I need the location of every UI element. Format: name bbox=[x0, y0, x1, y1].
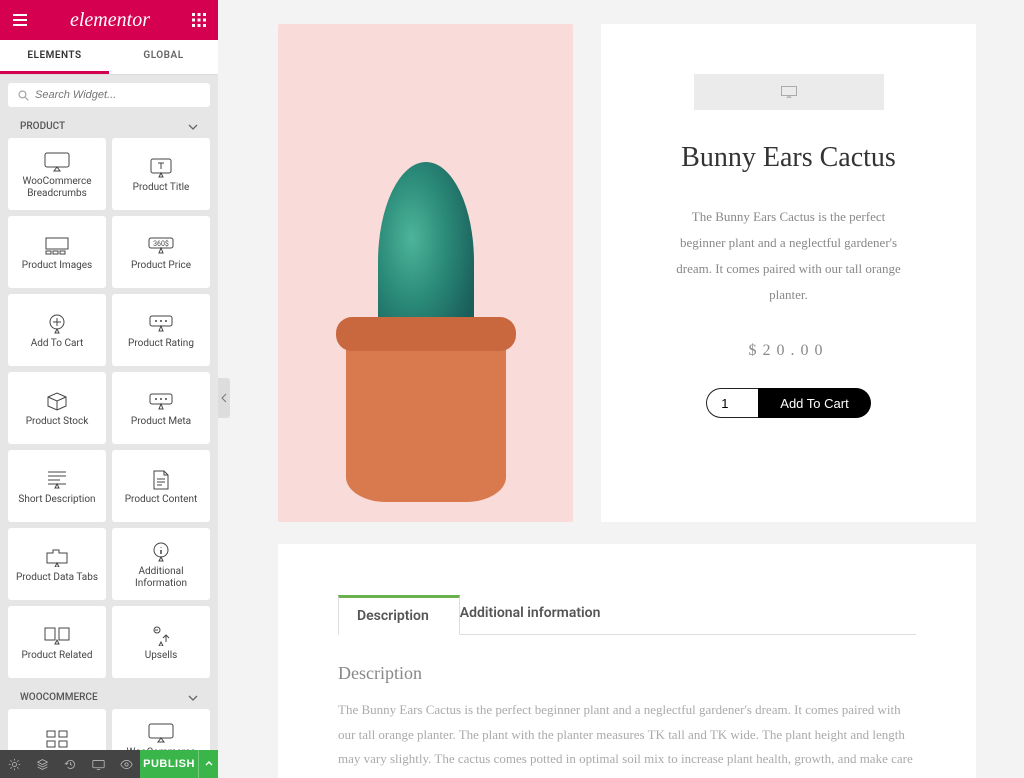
apps-icon[interactable] bbox=[192, 13, 206, 27]
widget-label: WooCommerce Breadcrumbs bbox=[12, 176, 102, 200]
settings-icon[interactable] bbox=[0, 750, 28, 778]
tab-content: Description The Bunny Ears Cactus is the… bbox=[338, 635, 916, 778]
widget-label: Product Meta bbox=[131, 416, 191, 428]
widget-products[interactable]: Products bbox=[8, 709, 106, 750]
tab-global[interactable]: GLOBAL bbox=[109, 40, 218, 74]
widget-label: Product Content bbox=[125, 494, 198, 506]
footer-icons bbox=[0, 750, 140, 778]
history-icon[interactable] bbox=[56, 750, 84, 778]
search-box bbox=[8, 83, 210, 107]
add-to-cart-button[interactable]: Add To Cart bbox=[758, 388, 870, 418]
add-cart-icon bbox=[47, 310, 67, 338]
widget-label: Short Description bbox=[18, 494, 95, 506]
images-icon bbox=[45, 232, 69, 260]
widget-upsells[interactable]: Upsells bbox=[112, 606, 210, 678]
upsells-icon bbox=[151, 622, 171, 650]
widget-product-price[interactable]: 360$ Product Price bbox=[112, 216, 210, 288]
widget-product-stock[interactable]: Product Stock bbox=[8, 372, 106, 444]
title-icon bbox=[150, 154, 172, 182]
chevron-down-icon bbox=[188, 122, 198, 132]
product-price: $20.00 bbox=[749, 342, 829, 360]
widget-product-data-tabs[interactable]: Product Data Tabs bbox=[8, 528, 106, 600]
products-icon bbox=[46, 725, 68, 750]
breadcrumb-placeholder bbox=[694, 74, 884, 110]
widgets-scroll[interactable]: PRODUCT WooCommerce Breadcrumbs Product … bbox=[0, 115, 218, 750]
meta-icon bbox=[149, 388, 173, 416]
preview-canvas[interactable]: Bunny Ears Cactus The Bunny Ears Cactus … bbox=[218, 0, 1024, 778]
search-wrap bbox=[0, 75, 218, 115]
widget-label: Product Data Tabs bbox=[16, 572, 98, 584]
widget-label: Add To Cart bbox=[31, 338, 84, 350]
menu-icon[interactable] bbox=[12, 12, 28, 28]
widget-product-rating[interactable]: Product Rating bbox=[112, 294, 210, 366]
panel-footer: PUBLISH bbox=[0, 750, 218, 778]
widget-label: Product Rating bbox=[128, 338, 194, 350]
widget-label: Product Related bbox=[22, 650, 93, 662]
elementor-panel: elementor ELEMENTS GLOBAL PRODUCT bbox=[0, 0, 218, 778]
publish-options-caret[interactable] bbox=[198, 750, 218, 778]
chevron-left-icon bbox=[221, 393, 227, 403]
widget-label: Product Images bbox=[22, 260, 92, 272]
search-input[interactable] bbox=[35, 89, 200, 101]
placeholder-icon bbox=[781, 86, 797, 98]
section-label: PRODUCT bbox=[20, 121, 65, 132]
product-row: Bunny Ears Cactus The Bunny Ears Cactus … bbox=[278, 24, 976, 522]
quantity-input[interactable] bbox=[706, 388, 758, 418]
tab-additional-info[interactable]: Additional information bbox=[460, 595, 619, 635]
widgets-grid-woo: Products WooCommerce Breadcrumbs bbox=[8, 709, 210, 750]
collapse-handle[interactable] bbox=[218, 378, 230, 418]
widget-product-related[interactable]: Product Related bbox=[8, 606, 106, 678]
related-icon bbox=[44, 622, 70, 650]
chevron-down-icon bbox=[188, 693, 198, 703]
stock-icon bbox=[46, 388, 68, 416]
tab-description[interactable]: Description bbox=[338, 595, 460, 635]
short-desc-icon bbox=[47, 466, 67, 494]
product-image bbox=[278, 24, 573, 522]
panel-header: elementor bbox=[0, 0, 218, 40]
content-tabs: Description Additional information bbox=[338, 594, 916, 635]
widget-short-description[interactable]: Short Description bbox=[8, 450, 106, 522]
info-icon bbox=[151, 538, 171, 566]
product-title: Bunny Ears Cactus bbox=[681, 140, 896, 176]
product-short-description: The Bunny Ears Cactus is the perfect beg… bbox=[669, 204, 909, 308]
content-heading: Description bbox=[338, 663, 916, 684]
content-text: The Bunny Ears Cactus is the perfect beg… bbox=[338, 698, 916, 778]
widget-woocommerce-breadcrumbs[interactable]: WooCommerce Breadcrumbs bbox=[8, 138, 106, 210]
section-product[interactable]: PRODUCT bbox=[8, 115, 210, 138]
widget-product-meta[interactable]: Product Meta bbox=[112, 372, 210, 444]
content-icon bbox=[153, 466, 169, 494]
price-icon: 360$ bbox=[148, 232, 174, 260]
publish-button[interactable]: PUBLISH bbox=[140, 750, 198, 778]
search-icon bbox=[18, 90, 29, 101]
rating-icon bbox=[149, 310, 173, 338]
widget-additional-information[interactable]: Additional Information bbox=[112, 528, 210, 600]
layers-icon[interactable] bbox=[28, 750, 56, 778]
widget-product-content[interactable]: Product Content bbox=[112, 450, 210, 522]
widget-label: Product Title bbox=[133, 182, 190, 194]
widgets-grid-product: WooCommerce Breadcrumbs Product Title Pr… bbox=[8, 138, 210, 678]
widget-label: Product Price bbox=[131, 260, 191, 272]
section-woocommerce[interactable]: WOOCOMMERCE bbox=[8, 686, 210, 709]
widget-label: Product Stock bbox=[26, 416, 89, 428]
widget-product-title[interactable]: Product Title bbox=[112, 138, 210, 210]
panel-tabs: ELEMENTS GLOBAL bbox=[0, 40, 218, 75]
responsive-icon[interactable] bbox=[84, 750, 112, 778]
widget-label: Additional Information bbox=[116, 566, 206, 590]
widget-add-to-cart[interactable]: Add To Cart bbox=[8, 294, 106, 366]
tab-elements[interactable]: ELEMENTS bbox=[0, 40, 109, 74]
widget-label: Upsells bbox=[145, 650, 178, 662]
breadcrumbs-icon bbox=[148, 719, 174, 747]
product-data-tabs-section: Description Additional information Descr… bbox=[278, 544, 976, 778]
section-label: WOOCOMMERCE bbox=[20, 692, 98, 703]
widget-woocommerce-breadcrumbs-2[interactable]: WooCommerce Breadcrumbs bbox=[112, 709, 210, 750]
product-info-card: Bunny Ears Cactus The Bunny Ears Cactus … bbox=[601, 24, 976, 522]
brand-logo: elementor bbox=[70, 9, 150, 32]
data-tabs-icon bbox=[46, 544, 68, 572]
preview-icon[interactable] bbox=[112, 750, 140, 778]
cactus-illustration bbox=[346, 317, 506, 522]
widget-product-images[interactable]: Product Images bbox=[8, 216, 106, 288]
add-to-cart-row: Add To Cart bbox=[706, 388, 870, 418]
breadcrumbs-icon bbox=[44, 148, 70, 176]
